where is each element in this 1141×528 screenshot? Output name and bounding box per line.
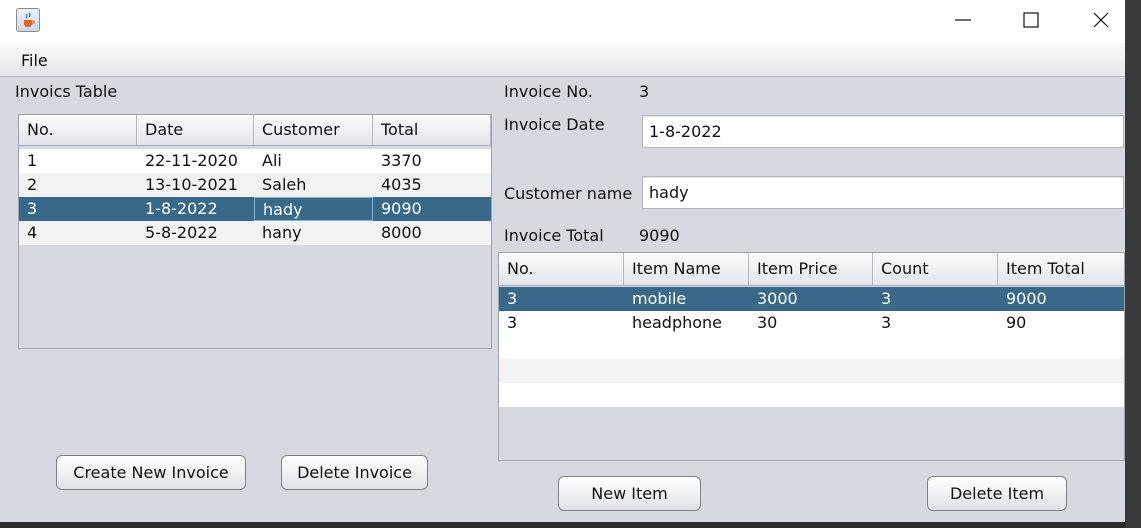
- invoice-cell-total: 9090: [381, 199, 422, 218]
- item-cell-name: headphone: [632, 313, 723, 332]
- invoices-table-header: No. Date Customer Total: [19, 115, 491, 146]
- invoice-cell-date: 5-8-2022: [145, 223, 218, 242]
- invoice-no-label: Invoice No.: [504, 82, 593, 101]
- item-cell-total: 90: [1006, 313, 1027, 332]
- create-invoice-button[interactable]: Create New Invoice: [56, 455, 246, 490]
- empty-row: [499, 359, 1124, 383]
- app-window: File Invoics Table No. Date Customer Tot…: [0, 0, 1125, 522]
- invoices-col-date[interactable]: Date: [137, 115, 254, 145]
- items-col-item-price[interactable]: Item Price: [749, 253, 873, 285]
- table-row[interactable]: 2 13-10-2021 Saleh 4035: [19, 173, 491, 197]
- items-col-no[interactable]: No.: [499, 253, 624, 285]
- close-icon: [1093, 12, 1109, 28]
- empty-row: [499, 335, 1124, 359]
- new-item-button[interactable]: New Item: [558, 476, 701, 511]
- customer-name-label: Customer name: [504, 184, 633, 203]
- invoice-cell-date: 22-11-2020: [145, 151, 238, 170]
- invoice-cell-customer: Ali: [262, 151, 282, 170]
- items-col-item-total[interactable]: Item Total: [998, 253, 1124, 285]
- close-button[interactable]: [1078, 0, 1124, 40]
- items-table-header: No. Item Name Item Price Count Item Tota…: [499, 253, 1124, 286]
- invoices-col-no[interactable]: No.: [19, 115, 137, 145]
- item-cell-no: 3: [507, 289, 518, 308]
- desktop-background: [1125, 0, 1141, 528]
- item-cell-total: 9000: [1006, 289, 1047, 308]
- invoice-cell-total: 3370: [381, 151, 422, 170]
- invoice-cell-total: 8000: [381, 223, 422, 242]
- invoice-cell-customer: hany: [262, 223, 302, 242]
- invoices-col-total[interactable]: Total: [373, 115, 491, 145]
- menu-bar: File: [0, 43, 1125, 77]
- item-cell-count: 3: [881, 313, 892, 332]
- customer-name-field[interactable]: hady: [642, 176, 1124, 209]
- item-cell-price: 30: [757, 313, 778, 332]
- invoices-table-title: Invoics Table: [15, 82, 118, 101]
- invoice-cell-no: 4: [27, 223, 38, 242]
- minimize-button[interactable]: [940, 0, 986, 40]
- invoice-cell-date: 1-8-2022: [145, 199, 218, 218]
- table-row[interactable]: 1 22-11-2020 Ali 3370: [19, 149, 491, 173]
- item-cell-price: 3000: [757, 289, 798, 308]
- table-row-selected[interactable]: 3 mobile 3000 3 9000: [499, 287, 1124, 311]
- items-table[interactable]: No. Item Name Item Price Count Item Tota…: [498, 252, 1125, 461]
- invoice-cell-no: 2: [27, 175, 38, 194]
- invoice-cell-date: 13-10-2021: [145, 175, 238, 194]
- invoice-cell-customer: hady: [254, 197, 373, 221]
- delete-invoice-button[interactable]: Delete Invoice: [281, 455, 428, 490]
- table-row-selected[interactable]: 3 1-8-2022 hady 9090: [19, 197, 491, 221]
- items-col-count[interactable]: Count: [873, 253, 998, 285]
- item-cell-name: mobile: [632, 289, 687, 308]
- table-row[interactable]: 3 headphone 30 3 90: [499, 311, 1124, 335]
- menu-file[interactable]: File: [21, 51, 48, 70]
- item-cell-count: 3: [881, 289, 892, 308]
- invoice-date-field[interactable]: 1-8-2022: [642, 115, 1124, 148]
- maximize-button[interactable]: [1008, 0, 1054, 40]
- maximize-icon: [1023, 12, 1039, 28]
- item-cell-no: 3: [507, 313, 518, 332]
- title-bar: [0, 0, 1125, 43]
- invoices-col-customer[interactable]: Customer: [254, 115, 373, 145]
- invoice-total-label: Invoice Total: [504, 226, 604, 245]
- empty-row: [499, 383, 1124, 407]
- invoices-table[interactable]: No. Date Customer Total 1 22-11-2020 Ali…: [18, 114, 492, 349]
- java-cup-icon: [16, 8, 40, 32]
- items-col-item-name[interactable]: Item Name: [624, 253, 749, 285]
- invoice-date-label: Invoice Date: [504, 115, 605, 134]
- delete-item-button[interactable]: Delete Item: [927, 476, 1067, 511]
- invoice-cell-total: 4035: [381, 175, 422, 194]
- invoice-cell-no: 3: [27, 199, 38, 218]
- table-row[interactable]: 4 5-8-2022 hany 8000: [19, 221, 491, 245]
- invoice-cell-customer: Saleh: [262, 175, 307, 194]
- invoice-cell-no: 1: [27, 151, 38, 170]
- invoice-no-value: 3: [639, 82, 650, 101]
- minimize-icon: [955, 19, 971, 21]
- invoice-total-value: 9090: [639, 226, 680, 245]
